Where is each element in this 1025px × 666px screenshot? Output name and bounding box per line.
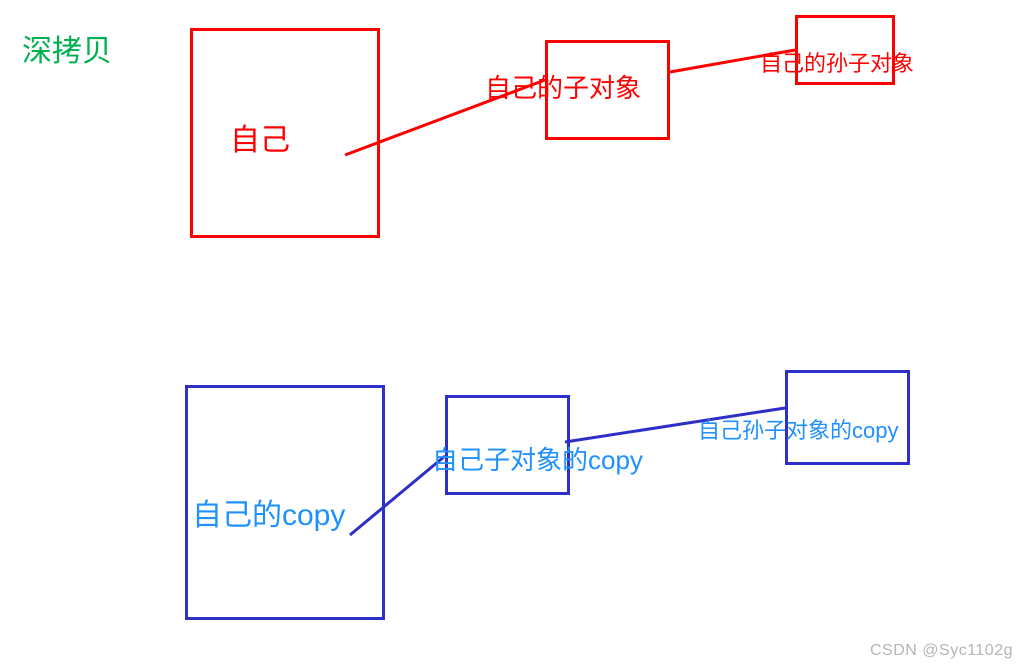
watermark: CSDN @Syc1102g — [870, 642, 1013, 660]
diagram-title: 深拷贝 — [22, 26, 112, 70]
deep-copy-diagram: 深拷贝 自己 自己的子对象 自己的孙子对象 自己的copy 自己子对象的copy… — [0, 0, 1025, 666]
label-child-copy: 自己子对象的copy — [432, 440, 643, 477]
label-self-copy: 自己的copy — [192, 490, 345, 534]
label-self: 自己 — [230, 115, 290, 159]
label-grandchild-copy: 自己孙子对象的copy — [698, 413, 898, 445]
label-child: 自己的子对象 — [485, 68, 641, 105]
label-grandchild: 自己的孙子对象 — [760, 46, 914, 78]
